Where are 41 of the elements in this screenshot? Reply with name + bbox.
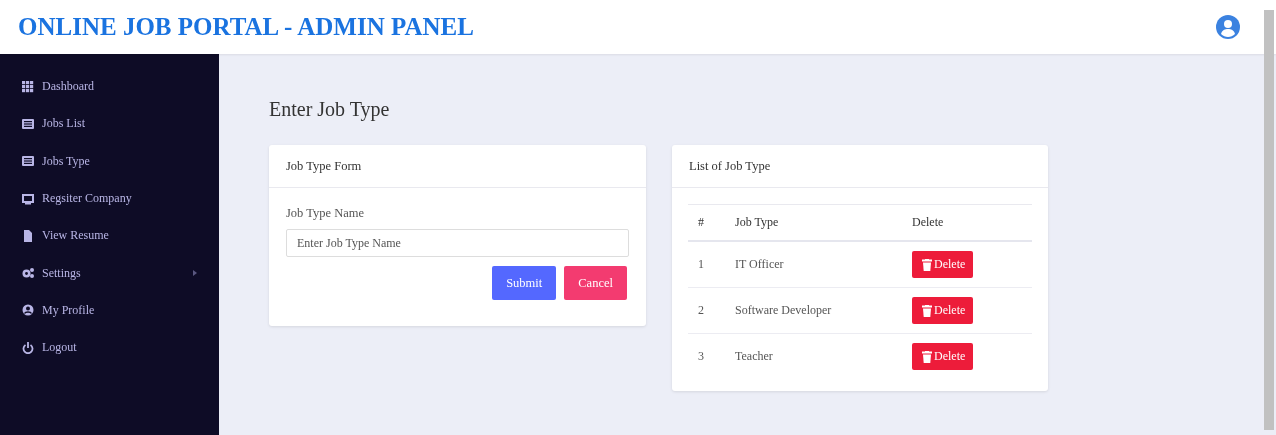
sidebar-item[interactable]: Dashboard [0,68,219,106]
table-cell: 3 [698,349,704,363]
sidebar-item[interactable]: Jobs Type [0,142,219,180]
trash-icon [922,350,932,363]
board-icon [22,192,34,205]
field-label: Job Type Name [286,206,366,221]
table-cell: 2 [698,303,704,317]
file-icon [22,229,34,242]
delete-button[interactable]: Delete [912,251,974,278]
column-header: Job Type [735,215,779,229]
table-cell: Teacher [735,349,773,363]
app-title: ONLINE JOB PORTAL - ADMIN PANEL [18,13,475,41]
sidebar-item[interactable]: Regsiter Company [0,179,219,218]
sidebar-item[interactable]: Logout [0,329,219,367]
cancel-button[interactable]: Cancel [564,266,627,300]
table-cell: Software Developer [735,303,832,317]
card-title: List of Job Type [689,158,771,174]
column-header: Delete [912,215,944,229]
scrollbar[interactable] [1264,10,1274,430]
page-title: Enter Job Type [269,98,391,121]
user-icon [22,304,34,317]
column-header: # [698,215,704,229]
grid-icon [22,80,34,93]
user-account-icon[interactable] [1216,15,1240,39]
card-title: Job Type Form [286,158,362,174]
sidebar-item[interactable]: Settings [0,254,219,292]
trash-icon [922,304,932,317]
sidebar-item[interactable]: Jobs List [0,105,219,143]
table-cell: IT Officer [735,257,784,271]
list-icon [22,155,34,168]
delete-button[interactable]: Delete [912,297,974,324]
submit-button[interactable]: Submit [492,266,557,300]
power-icon [22,341,34,354]
sidebar-item[interactable]: View Resume [0,217,219,255]
gears-icon [22,267,34,280]
list-icon [22,117,34,130]
trash-icon [922,258,932,271]
input-field[interactable]: Enter Job Type Name [286,229,629,257]
table-cell: 1 [698,257,704,271]
delete-button[interactable]: Delete [912,343,974,370]
sidebar-item[interactable]: My Profile [0,291,219,330]
